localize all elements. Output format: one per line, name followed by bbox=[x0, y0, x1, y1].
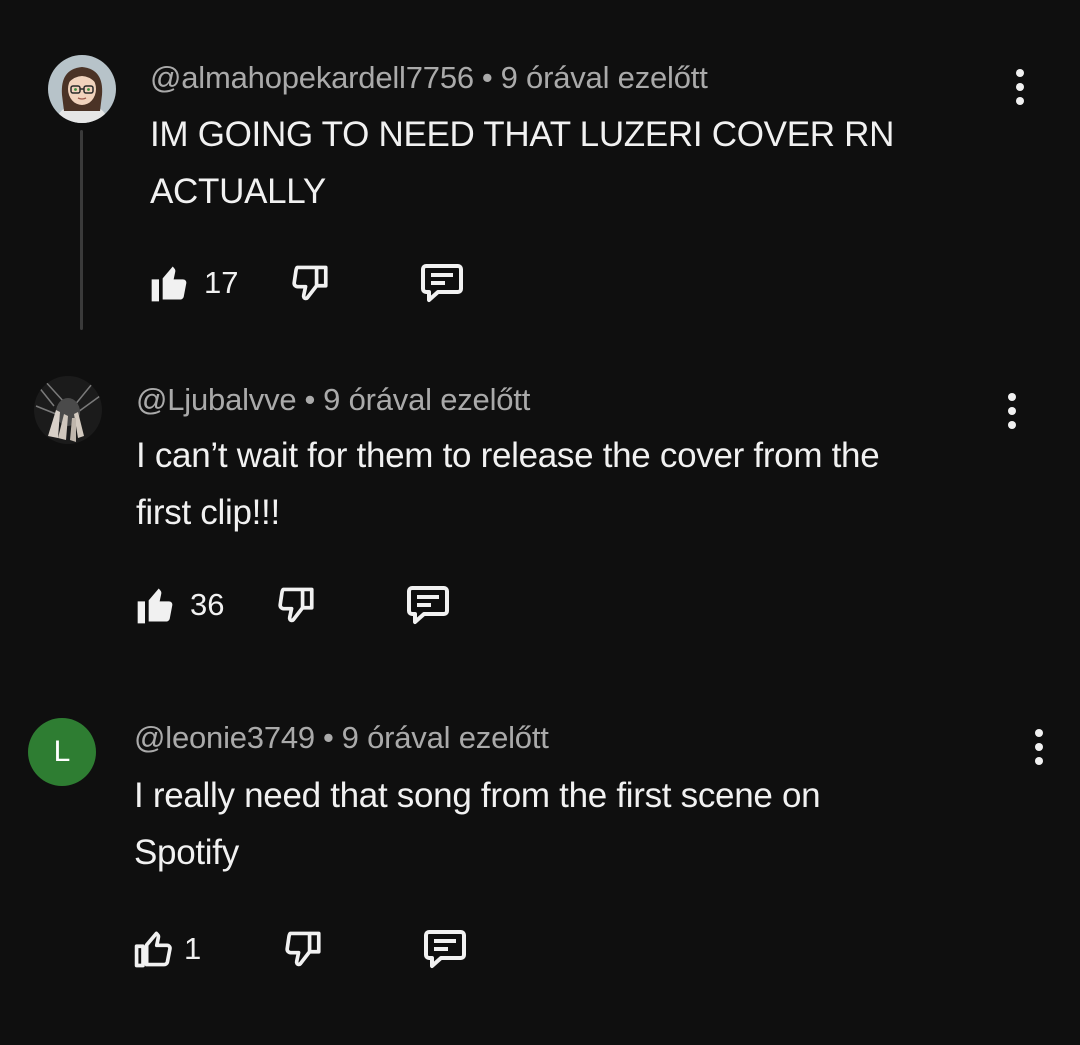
thumbs-up-icon[interactable] bbox=[148, 261, 192, 305]
author-handle[interactable]: @almahopekardell7756 bbox=[150, 60, 474, 95]
comment-time: 9 órával ezelőtt bbox=[323, 382, 531, 417]
thumbs-down-icon[interactable] bbox=[283, 927, 327, 971]
meta-separator: • bbox=[481, 60, 493, 95]
comment-time: 9 órával ezelőtt bbox=[500, 60, 708, 95]
thumbs-down-icon[interactable] bbox=[276, 583, 320, 627]
comment-meta: @Ljubalvve • 9 órával ezelőtt bbox=[136, 382, 530, 418]
reply-comment-icon[interactable] bbox=[421, 925, 469, 973]
more-vertical-icon[interactable] bbox=[997, 386, 1027, 436]
meta-separator: • bbox=[322, 720, 334, 755]
author-handle[interactable]: @Ljubalvve bbox=[136, 382, 297, 417]
author-handle[interactable]: @leonie3749 bbox=[134, 720, 315, 755]
like-count: 36 bbox=[190, 587, 225, 622]
comment-meta: @almahopekardell7756 • 9 órával ezelőtt bbox=[150, 60, 708, 96]
avatar[interactable] bbox=[48, 55, 116, 123]
comment-actions: 1 bbox=[132, 922, 469, 976]
comment-text: I can’t wait for them to release the cov… bbox=[136, 436, 880, 532]
thread-line bbox=[80, 130, 83, 330]
comment-text: IM GOING TO NEED THAT LUZERI COVER RN AC… bbox=[150, 115, 895, 211]
meta-separator: • bbox=[304, 382, 316, 417]
thumbs-up-icon[interactable] bbox=[134, 583, 178, 627]
avatar[interactable]: L bbox=[28, 718, 96, 786]
more-vertical-icon[interactable] bbox=[1005, 62, 1035, 112]
comment-actions: 36 bbox=[134, 578, 452, 632]
comment-time: 9 órával ezelőtt bbox=[341, 720, 549, 755]
more-vertical-icon[interactable] bbox=[1024, 722, 1054, 772]
thumbs-up-icon[interactable] bbox=[132, 927, 176, 971]
comment-text: I really need that song from the first s… bbox=[134, 776, 821, 872]
like-count: 1 bbox=[184, 931, 202, 966]
reply-comment-icon[interactable] bbox=[404, 581, 452, 629]
reply-comment-icon[interactable] bbox=[418, 259, 466, 307]
like-count: 17 bbox=[204, 265, 239, 300]
comment-actions: 17 bbox=[148, 256, 466, 310]
comment-meta: @leonie3749 • 9 órával ezelőtt bbox=[134, 720, 549, 756]
thumbs-down-icon[interactable] bbox=[290, 261, 334, 305]
avatar[interactable] bbox=[34, 376, 102, 444]
